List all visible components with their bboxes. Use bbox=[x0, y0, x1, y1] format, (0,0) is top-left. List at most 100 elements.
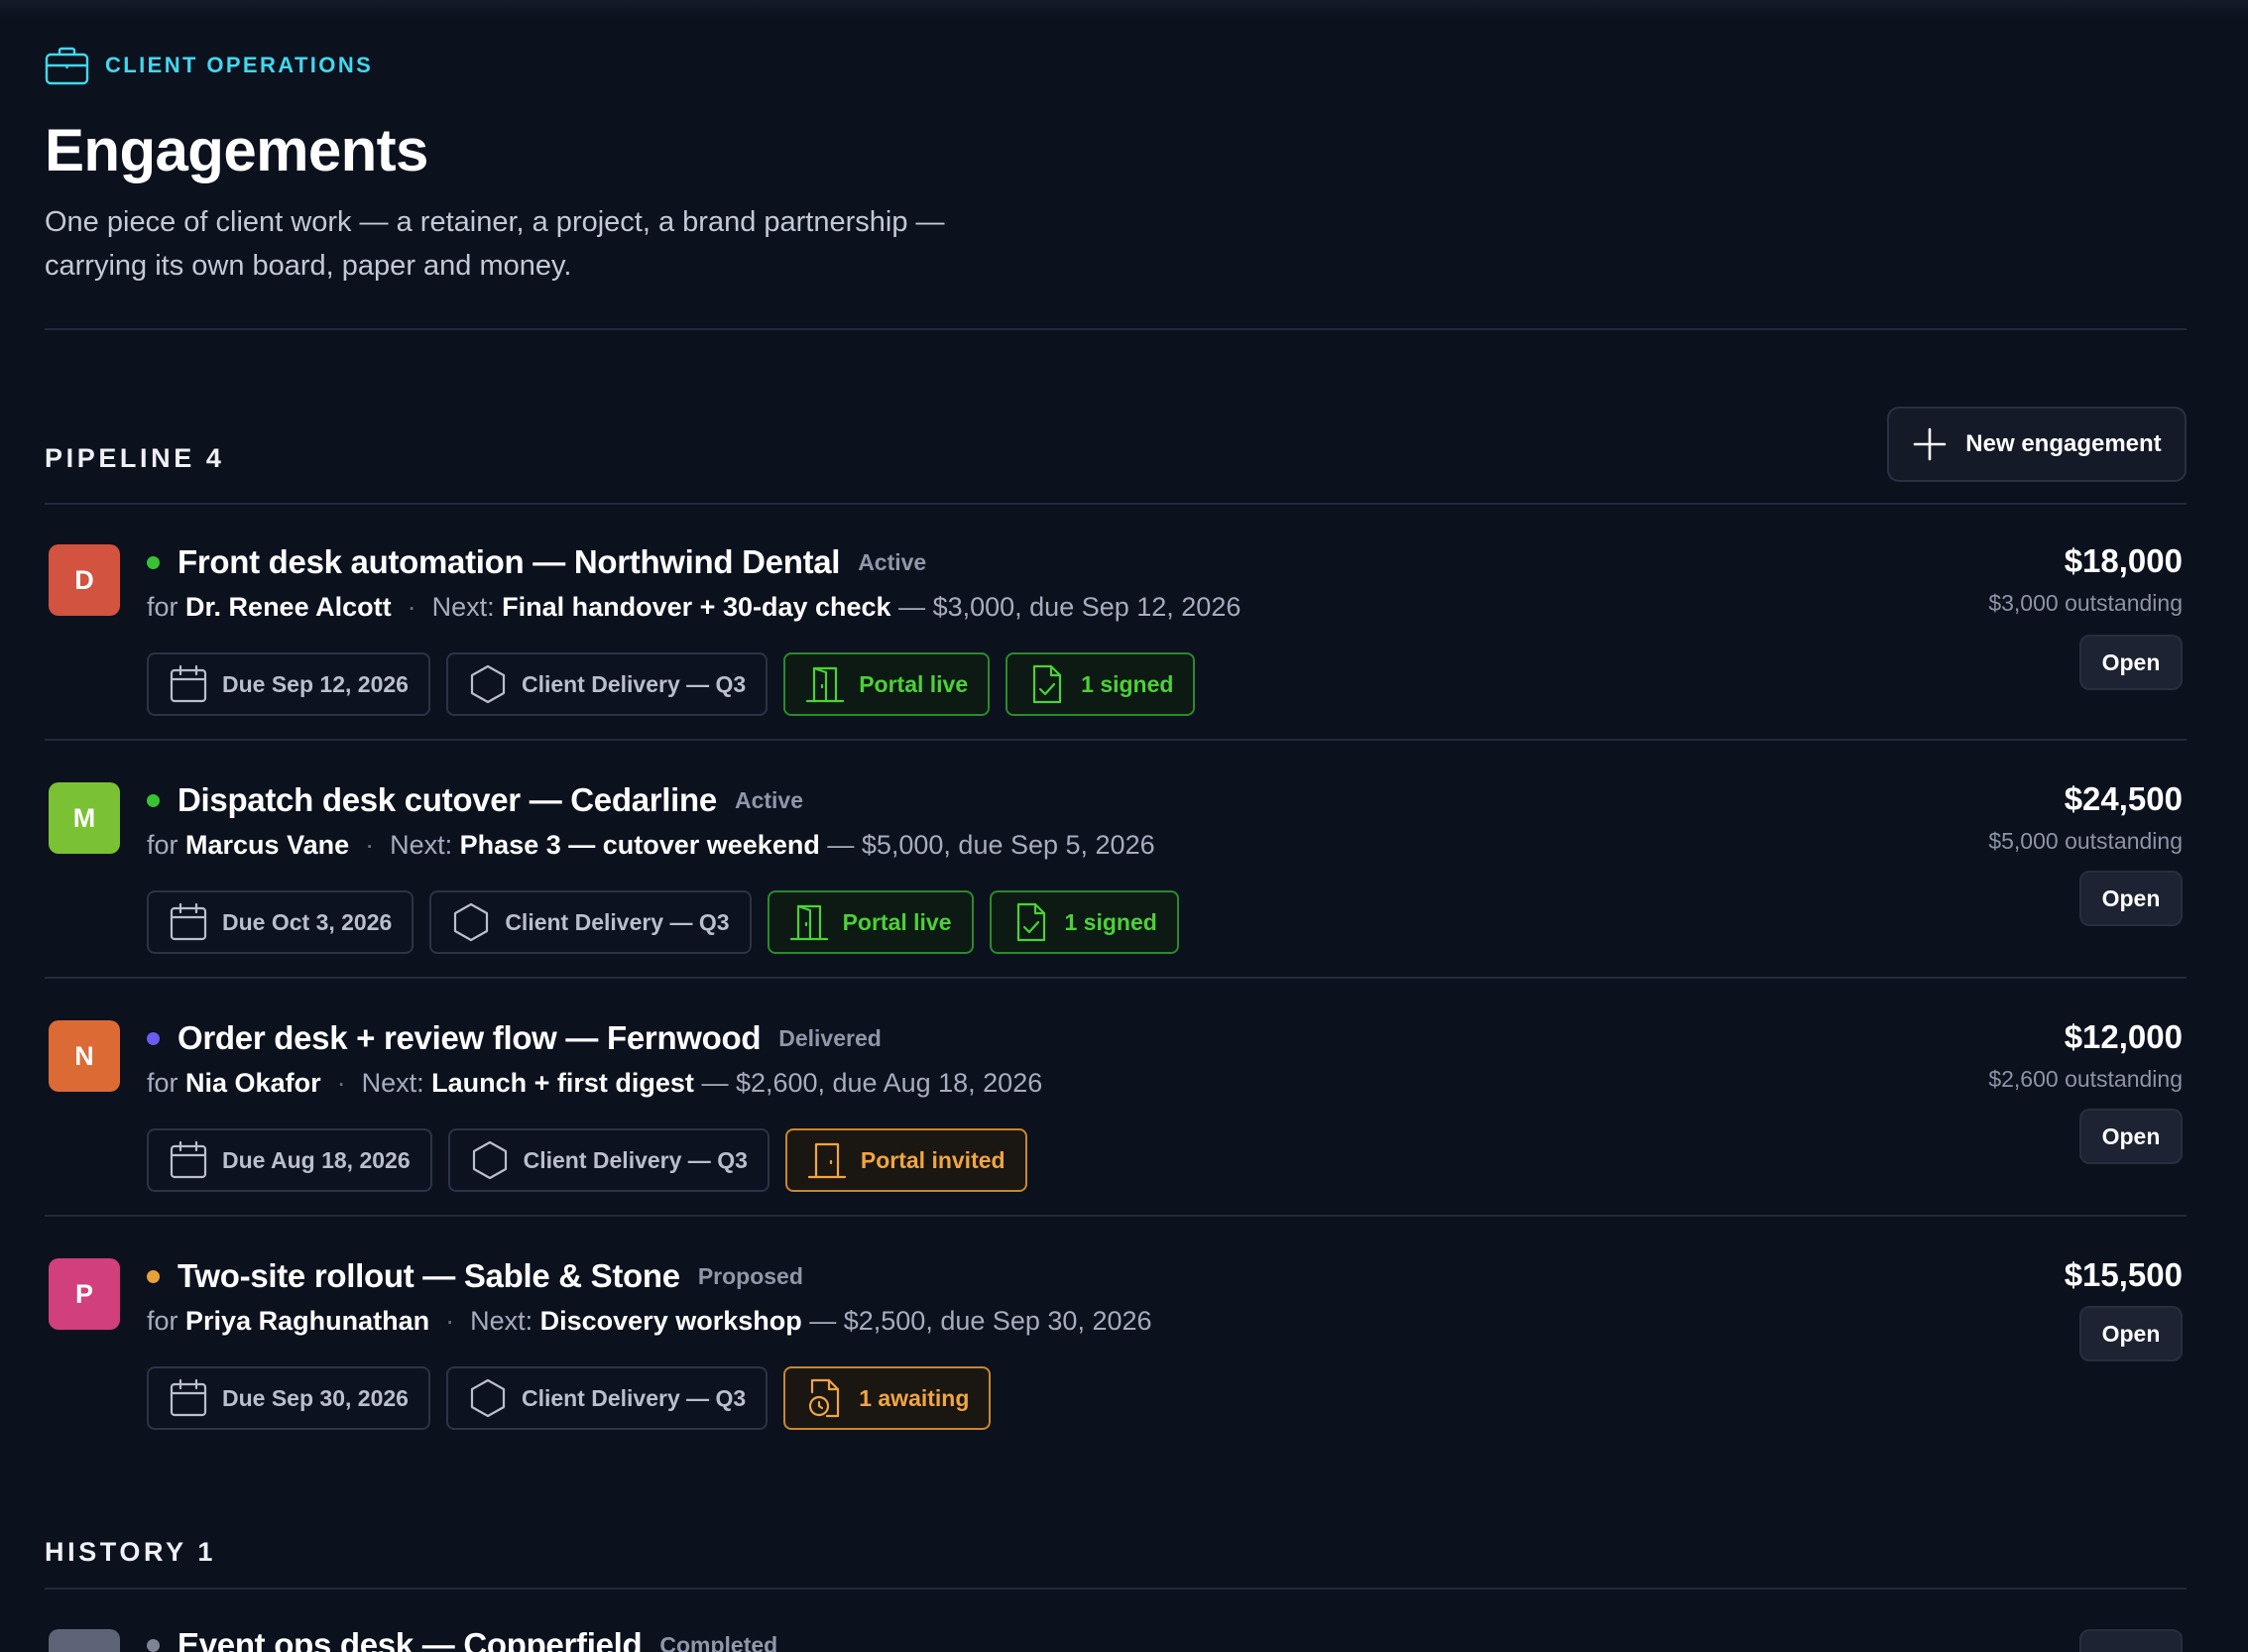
chip-label: 1 awaiting bbox=[859, 1384, 970, 1411]
client-name: Dr. Renee Alcott bbox=[185, 592, 392, 622]
file-check-icon bbox=[1016, 902, 1045, 942]
next-milestone: Final handover + 30-day check bbox=[502, 592, 891, 622]
board-chip[interactable]: Client Delivery — Q3 bbox=[445, 652, 769, 716]
status-dot bbox=[147, 1638, 160, 1652]
engagement-chips: Due Aug 18, 2026 Client Delivery — Q3 Po… bbox=[147, 1128, 1027, 1192]
next-milestone-detail: — $2,600, due Aug 18, 2026 bbox=[701, 1068, 1043, 1098]
engagement-name[interactable]: Order desk + review flow — Fernwood bbox=[177, 1019, 762, 1057]
engagement-amount: $18,000 bbox=[2064, 542, 2183, 579]
chip-label: Portal invited bbox=[860, 1146, 1006, 1173]
status-dot bbox=[147, 793, 160, 807]
engagement-chips: Due Sep 30, 2026 Client Delivery — Q3 1 … bbox=[147, 1366, 992, 1430]
due-date-chip[interactable]: Due Oct 3, 2026 bbox=[147, 890, 414, 954]
open-button[interactable] bbox=[2079, 1629, 2183, 1652]
engagement-chips: Due Sep 12, 2026 Client Delivery — Q3 Po… bbox=[147, 652, 1196, 716]
engagement-row[interactable]: N Order desk + review flow — Fernwood De… bbox=[45, 981, 2187, 1217]
for-label: for bbox=[147, 1306, 178, 1336]
documents-chip[interactable]: 1 signed bbox=[989, 890, 1179, 954]
next-milestone-detail: — $5,000, due Sep 5, 2026 bbox=[827, 830, 1155, 860]
next-milestone: Discovery workshop bbox=[539, 1306, 802, 1336]
engagement-title: Event ops desk — Copperfield Completed bbox=[147, 1625, 777, 1652]
status-dot bbox=[147, 555, 160, 569]
next-label: Next: bbox=[361, 1068, 424, 1098]
status-badge: Delivered bbox=[778, 1024, 882, 1051]
chip-label: 1 signed bbox=[1064, 908, 1157, 935]
engagement-name[interactable]: Event ops desk — Copperfield bbox=[177, 1626, 643, 1652]
outstanding-amount: $3,000 outstanding bbox=[1988, 590, 2183, 616]
avatar: N bbox=[49, 1020, 120, 1092]
engagement-name[interactable]: Two-site rollout — Sable & Stone bbox=[177, 1257, 680, 1295]
hexagon-icon bbox=[470, 664, 506, 704]
open-button[interactable]: Open bbox=[2079, 1306, 2183, 1361]
status-badge: Completed bbox=[659, 1631, 778, 1652]
page-title: Engagements bbox=[45, 117, 428, 183]
chip-label: Client Delivery — Q3 bbox=[521, 1384, 747, 1411]
client-name: Priya Raghunathan bbox=[185, 1306, 430, 1336]
outstanding-amount: $5,000 outstanding bbox=[1988, 828, 2183, 854]
door-open-icon bbox=[789, 904, 828, 941]
row-divider bbox=[45, 1215, 2187, 1217]
new-engagement-button[interactable]: New engagement bbox=[1887, 407, 2187, 482]
eyebrow-text: CLIENT OPERATIONS bbox=[105, 53, 374, 77]
next-milestone-detail: — $2,500, due Sep 30, 2026 bbox=[809, 1306, 1152, 1336]
calendar-icon bbox=[170, 664, 207, 703]
portal-chip[interactable]: Portal invited bbox=[784, 1128, 1027, 1192]
status-badge: Active bbox=[734, 786, 803, 813]
client-name: Nia Okafor bbox=[185, 1068, 321, 1098]
board-chip[interactable]: Client Delivery — Q3 bbox=[445, 1366, 769, 1430]
engagement-row[interactable]: M Dispatch desk cutover — Cedarline Acti… bbox=[45, 743, 2187, 979]
engagement-row[interactable]: D Front desk automation — Northwind Dent… bbox=[45, 505, 2187, 741]
section-eyebrow: CLIENT OPERATIONS bbox=[45, 46, 373, 85]
engagement-details: for Priya Raghunathan · Next: Discovery wo… bbox=[147, 1306, 1152, 1337]
separator-dot: · bbox=[407, 592, 416, 622]
chip-label: Due Sep 12, 2026 bbox=[222, 670, 409, 697]
hexagon-icon bbox=[454, 902, 489, 942]
engagement-row[interactable]: P Two-site rollout — Sable & Stone Propo… bbox=[45, 1219, 2187, 1447]
row-divider bbox=[45, 739, 2187, 741]
top-shade bbox=[0, 0, 2248, 20]
due-date-chip[interactable]: Due Sep 30, 2026 bbox=[147, 1366, 430, 1430]
hexagon-icon bbox=[470, 1378, 506, 1418]
briefcase-icon bbox=[45, 47, 89, 85]
chip-label: Client Delivery — Q3 bbox=[521, 670, 747, 697]
due-date-chip[interactable]: Due Aug 18, 2026 bbox=[147, 1128, 432, 1192]
due-date-chip[interactable]: Due Sep 12, 2026 bbox=[147, 652, 430, 716]
open-button[interactable]: Open bbox=[2079, 635, 2183, 690]
history-label: HISTORY 1 bbox=[45, 1537, 216, 1567]
engagement-details: for Marcus Vane · Next: Phase 3 — cutover … bbox=[147, 830, 1155, 861]
board-chip[interactable]: Client Delivery — Q3 bbox=[429, 890, 752, 954]
engagement-name[interactable]: Front desk automation — Northwind Dental bbox=[177, 543, 840, 581]
engagement-name[interactable]: Dispatch desk cutover — Cedarline bbox=[177, 781, 717, 819]
status-dot bbox=[147, 1269, 160, 1283]
engagement-title: Order desk + review flow — Fernwood Deli… bbox=[147, 1018, 882, 1058]
open-button[interactable]: Open bbox=[2079, 1109, 2183, 1164]
open-button[interactable]: Open bbox=[2079, 871, 2183, 926]
subtitle-line: One piece of client work — a retainer, a… bbox=[45, 206, 945, 238]
next-milestone: Phase 3 — cutover weekend bbox=[459, 830, 820, 860]
new-engagement-label: New engagement bbox=[1965, 430, 2162, 457]
avatar bbox=[49, 1629, 120, 1652]
engagement-amount: $15,500 bbox=[2064, 1256, 2183, 1293]
board-chip[interactable]: Client Delivery — Q3 bbox=[447, 1128, 769, 1192]
chip-label: Portal live bbox=[842, 908, 952, 935]
subtitle-line: carrying its own board, paper and money. bbox=[45, 250, 572, 282]
outstanding-amount: $2,600 outstanding bbox=[1988, 1066, 2183, 1092]
engagement-title: Two-site rollout — Sable & Stone Propose… bbox=[147, 1256, 803, 1296]
file-check-icon bbox=[1033, 664, 1062, 704]
next-milestone-detail: — $3,000, due Sep 12, 2026 bbox=[898, 592, 1242, 622]
chip-label: Client Delivery — Q3 bbox=[505, 908, 730, 935]
avatar: M bbox=[49, 782, 120, 854]
status-badge: Proposed bbox=[697, 1262, 803, 1289]
chip-label: Due Aug 18, 2026 bbox=[222, 1146, 411, 1173]
door-closed-icon bbox=[807, 1142, 846, 1179]
documents-chip[interactable]: 1 awaiting bbox=[783, 1366, 992, 1430]
portal-chip[interactable]: Portal live bbox=[783, 652, 991, 716]
portal-chip[interactable]: Portal live bbox=[767, 890, 974, 954]
documents-chip[interactable]: 1 signed bbox=[1006, 652, 1196, 716]
separator-dot: · bbox=[336, 1068, 346, 1098]
engagement-title: Front desk automation — Northwind Dental… bbox=[147, 542, 926, 582]
avatar: D bbox=[49, 544, 120, 616]
chip-label: Client Delivery — Q3 bbox=[523, 1146, 748, 1173]
next-milestone: Launch + first digest bbox=[431, 1068, 694, 1098]
engagement-row[interactable]: Event ops desk — Copperfield Completed bbox=[45, 1590, 2187, 1652]
